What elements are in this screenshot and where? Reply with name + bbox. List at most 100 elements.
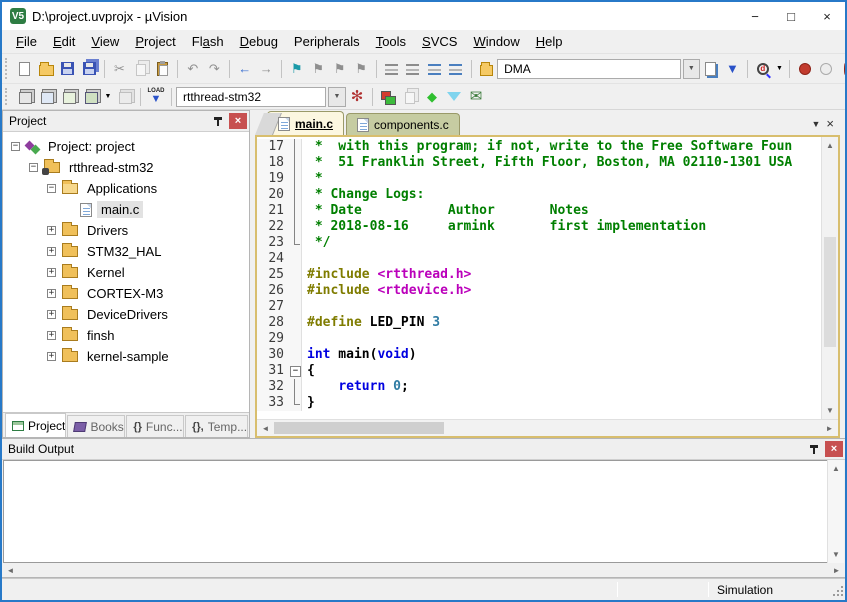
find-next-dropdown-button[interactable]: ▼ bbox=[774, 58, 786, 80]
toolbar-grip[interactable] bbox=[5, 88, 11, 106]
insert-breakpoint-button[interactable] bbox=[794, 58, 815, 80]
save-all-button[interactable] bbox=[78, 58, 99, 80]
clear-bookmarks-button[interactable]: ⚑ bbox=[350, 58, 371, 80]
pin-panel-button[interactable] bbox=[805, 441, 823, 458]
comment-selection-button[interactable] bbox=[424, 58, 445, 80]
expand-icon[interactable]: + bbox=[47, 352, 56, 361]
menu-window[interactable]: Window bbox=[465, 32, 527, 51]
scroll-up-icon[interactable]: ▲ bbox=[822, 137, 839, 154]
panel-tab-project[interactable]: Project bbox=[5, 413, 66, 437]
uncomment-selection-button[interactable] bbox=[445, 58, 466, 80]
collapse-icon[interactable]: − bbox=[47, 184, 56, 193]
rebuild-button[interactable] bbox=[58, 86, 80, 108]
tree-item-stm32-hal[interactable]: +STM32_HAL bbox=[3, 241, 249, 262]
close-window-button[interactable]: × bbox=[809, 2, 845, 30]
menu-peripherals[interactable]: Peripherals bbox=[286, 32, 368, 51]
build-output-horizontal-scrollbar[interactable]: ◄ ► bbox=[2, 563, 845, 577]
prev-bookmark-button[interactable]: ⚑ bbox=[307, 58, 328, 80]
code-line-19[interactable]: 19 * bbox=[257, 171, 821, 187]
find-next-button[interactable]: d bbox=[752, 58, 773, 80]
cut-button[interactable]: ✂ bbox=[109, 58, 130, 80]
panel-tab-books[interactable]: Books bbox=[67, 415, 125, 437]
scroll-down-icon[interactable]: ▼ bbox=[822, 402, 839, 419]
expand-icon[interactable]: + bbox=[47, 226, 56, 235]
open-file-button[interactable] bbox=[35, 58, 56, 80]
batch-build-dropdown-button[interactable]: ▼ bbox=[102, 86, 114, 108]
scroll-down-icon[interactable]: ▼ bbox=[828, 546, 845, 563]
pin-panel-button[interactable] bbox=[209, 113, 227, 130]
stop-build-button[interactable] bbox=[114, 86, 136, 108]
paste-button[interactable] bbox=[152, 58, 173, 80]
code-line-26[interactable]: 26#include <rtdevice.h> bbox=[257, 283, 821, 299]
build-button[interactable] bbox=[36, 86, 58, 108]
resize-grip[interactable] bbox=[829, 582, 845, 598]
maximize-button[interactable]: □ bbox=[773, 2, 809, 30]
code-line-31[interactable]: 31{ bbox=[257, 363, 821, 379]
new-file-button[interactable] bbox=[14, 58, 35, 80]
kill-breakpoints-button[interactable] bbox=[837, 58, 845, 80]
document-list-button[interactable]: ▼ bbox=[811, 119, 820, 129]
code-line-24[interactable]: 24 bbox=[257, 251, 821, 267]
undo-button[interactable]: ↶ bbox=[182, 58, 203, 80]
expand-icon[interactable]: + bbox=[47, 310, 56, 319]
code-line-18[interactable]: 18 * 51 Franklin Street, Fifth Floor, Bo… bbox=[257, 155, 821, 171]
batch-build-button[interactable] bbox=[80, 86, 102, 108]
close-build-output-button[interactable]: × bbox=[825, 441, 843, 457]
unindent-button[interactable] bbox=[402, 58, 423, 80]
incremental-find-button[interactable]: ▼ bbox=[722, 58, 743, 80]
menu-project[interactable]: Project bbox=[127, 32, 183, 51]
tree-item-main-c[interactable]: main.c bbox=[3, 199, 249, 220]
pack-installer-button[interactable]: ✉ bbox=[465, 86, 487, 108]
file-extensions-button[interactable] bbox=[399, 86, 421, 108]
code-line-29[interactable]: 29 bbox=[257, 331, 821, 347]
search-dropdown-button[interactable]: ▼ bbox=[683, 59, 701, 79]
editor-horizontal-scrollbar[interactable]: ◄ ► bbox=[257, 419, 838, 436]
editor-tab-components-c[interactable]: components.c bbox=[346, 113, 460, 135]
menu-debug[interactable]: Debug bbox=[232, 32, 286, 51]
code-line-27[interactable]: 27 bbox=[257, 299, 821, 315]
save-button[interactable] bbox=[57, 58, 78, 80]
select-folders-button[interactable] bbox=[443, 86, 465, 108]
menu-tools[interactable]: Tools bbox=[368, 32, 414, 51]
menu-view[interactable]: View bbox=[83, 32, 127, 51]
navigate-back-button[interactable]: ← bbox=[234, 58, 255, 80]
expand-icon[interactable]: + bbox=[47, 331, 56, 340]
tree-item-project-project[interactable]: −Project: project bbox=[3, 136, 249, 157]
menu-svcs[interactable]: SVCS bbox=[414, 32, 465, 51]
code-line-17[interactable]: 17 * with this program; if not, write to… bbox=[257, 139, 821, 155]
code-line-21[interactable]: 21 * Date Author Notes bbox=[257, 203, 821, 219]
code-line-25[interactable]: 25#include <rtthread.h> bbox=[257, 267, 821, 283]
collapse-icon[interactable]: − bbox=[29, 163, 38, 172]
scroll-up-icon[interactable]: ▲ bbox=[828, 460, 845, 477]
indent-button[interactable] bbox=[381, 58, 402, 80]
code-lines[interactable]: 17 * with this program; if not, write to… bbox=[257, 137, 821, 419]
target-dropdown-button[interactable]: ▼ bbox=[328, 87, 346, 107]
expand-icon[interactable]: + bbox=[47, 289, 56, 298]
navigate-forward-button[interactable]: → bbox=[256, 58, 277, 80]
copy-button[interactable] bbox=[130, 58, 151, 80]
code-line-23[interactable]: 23 */ bbox=[257, 235, 821, 251]
code-line-30[interactable]: 30int main(void) bbox=[257, 347, 821, 363]
tree-item-finsh[interactable]: +finsh bbox=[3, 325, 249, 346]
menu-help[interactable]: Help bbox=[528, 32, 571, 51]
search-combobox[interactable]: DMA bbox=[497, 59, 681, 79]
find-in-files-dialog-button[interactable] bbox=[700, 58, 721, 80]
build-output-vertical-scrollbar[interactable]: ▲ ▼ bbox=[827, 460, 844, 563]
collapse-icon[interactable]: − bbox=[11, 142, 20, 151]
expand-icon[interactable]: + bbox=[47, 247, 56, 256]
expand-icon[interactable]: + bbox=[47, 268, 56, 277]
scroll-right-icon[interactable]: ► bbox=[821, 420, 838, 437]
manage-project-items-button[interactable] bbox=[377, 86, 399, 108]
toggle-bookmark-button[interactable]: ⚑ bbox=[286, 58, 307, 80]
scroll-left-icon[interactable]: ◄ bbox=[2, 563, 19, 577]
menu-flash[interactable]: Flash bbox=[184, 32, 232, 51]
build-output-content[interactable] bbox=[3, 460, 827, 563]
code-line-20[interactable]: 20 * Change Logs: bbox=[257, 187, 821, 203]
tree-item-kernel-sample[interactable]: +kernel-sample bbox=[3, 346, 249, 367]
editor-vertical-scrollbar[interactable]: ▲ ▼ bbox=[821, 137, 838, 419]
tree-item-applications[interactable]: −Applications bbox=[3, 178, 249, 199]
panel-tab-func[interactable]: {}Func... bbox=[126, 415, 184, 437]
find-in-files-button[interactable] bbox=[476, 58, 497, 80]
options-for-target-button[interactable]: ✻ bbox=[346, 86, 368, 108]
code-line-33[interactable]: 33} bbox=[257, 395, 821, 411]
